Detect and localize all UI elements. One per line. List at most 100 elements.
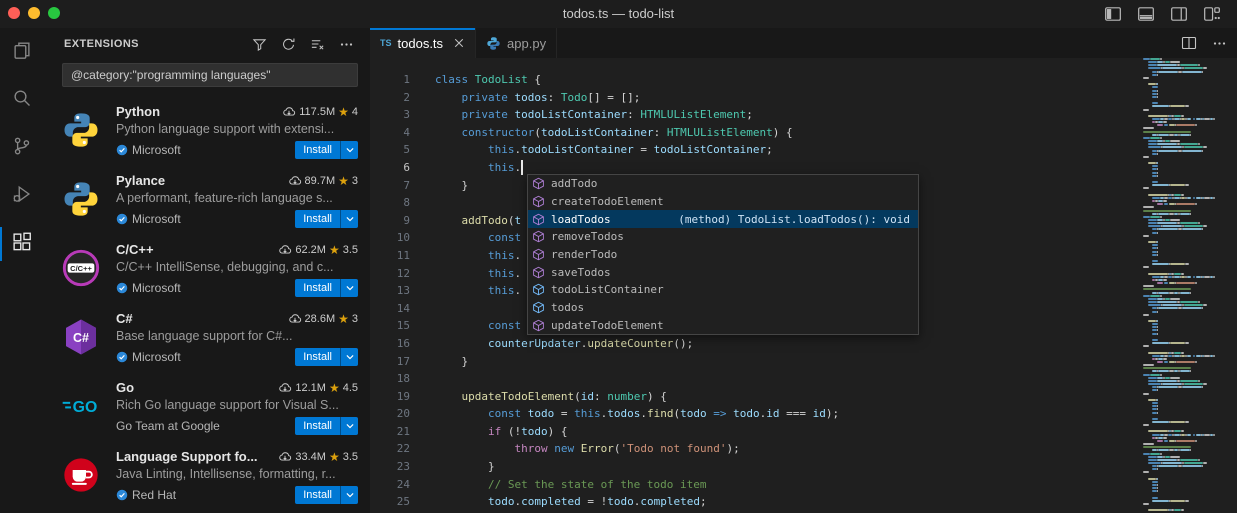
extension-name: Language Support fo... [116,449,258,464]
line-number: 22 [370,440,410,458]
tab-label: app.py [507,36,546,51]
extension-description: C/C++ IntelliSense, debugging, and c... [116,260,358,276]
rating-value: 4.5 [343,382,358,394]
suggest-item-updateTodoElement[interactable]: updateTodoElement [528,317,918,335]
activity-item-run-debug[interactable] [0,172,44,220]
activity-item-search[interactable] [0,76,44,124]
suggest-item-addTodo[interactable]: addTodo [528,175,918,193]
suggest-item-saveTodos[interactable]: saveTodos [528,263,918,281]
suggest-item-loadTodos[interactable]: loadTodos(method) TodoList.loadTodos(): … [528,210,918,228]
code-text: class TodoList { [435,71,541,89]
code-text: this. [435,282,521,300]
install-button[interactable]: Install [295,417,358,435]
code-line-1: 1class TodoList { [370,71,1143,89]
code-text: } [435,177,468,195]
toggle-panel-icon[interactable] [1135,3,1157,25]
line-number: 20 [370,405,410,423]
code-line-18: 18 [370,370,1143,388]
extension-row[interactable]: Language Support fo... 33.4M ★ 3.5 Java … [44,442,370,511]
line-number: 16 [370,335,410,353]
extensions-search-input[interactable] [62,63,358,87]
source-control-icon [12,136,32,161]
download-count: 28.6M [305,313,336,325]
editor-group: TStodos.ts app.py 1class TodoList {2 priv… [370,28,1237,513]
line-number: 8 [370,194,410,212]
method-icon [532,177,546,190]
customize-layout-icon[interactable] [1201,3,1223,25]
window-title: todos.ts — todo-list [0,0,1237,28]
line-number: 21 [370,423,410,441]
install-button[interactable]: Install [295,486,358,504]
install-button[interactable]: Install [295,210,358,228]
method-icon [532,230,546,243]
code-text: this. [435,247,521,265]
install-button[interactable]: Install [295,279,358,297]
line-number: 24 [370,476,410,494]
code-text: private todoListContainer: HTMLUListElem… [435,106,753,124]
download-count: 117.5M [299,106,335,118]
install-button[interactable]: Install [295,348,358,366]
line-number: 18 [370,370,410,388]
close-icon[interactable] [453,37,465,49]
split-editor-icon[interactable] [1179,33,1199,53]
suggest-label: renderTodo [551,248,617,261]
extension-row[interactable]: Python 117.5M ★ 4 Python language suppor… [44,97,370,166]
activity-item-source-control[interactable] [0,124,44,172]
verified-publisher-icon [116,213,128,225]
line-number: 7 [370,177,410,195]
csharp-logo: C# [60,316,102,358]
suggest-label: removeTodos [551,230,624,243]
filter-icon[interactable] [249,34,269,54]
minimap[interactable] [1143,58,1237,513]
star-icon: ★ [329,244,340,256]
more-actions-icon[interactable] [336,34,356,54]
toggle-primary-sidebar-icon[interactable] [1102,3,1124,25]
method-icon [532,319,546,332]
clear-search-results-icon[interactable] [307,34,327,54]
code-text: // Set the state of the todo item [435,476,707,494]
search-icon [12,88,32,113]
cloud-download-icon [288,174,302,188]
install-dropdown[interactable] [340,417,358,435]
activity-item-explorer[interactable] [0,28,44,76]
code-line-21: 21 if (!todo) { [370,423,1143,441]
chevron-down-icon [345,352,355,362]
install-dropdown[interactable] [340,141,358,159]
method-icon [532,195,546,208]
field-icon [532,283,546,296]
tab-app-py[interactable]: app.py [476,28,557,58]
star-icon: ★ [338,106,349,118]
svg-text:GO: GO [73,399,98,416]
install-dropdown[interactable] [340,210,358,228]
ts-icon: TS [380,38,392,48]
cpp-logo: C/C++ [60,247,102,289]
code-text: } [435,353,468,371]
java-logo [60,454,102,496]
suggest-item-createTodoElement[interactable]: createTodoElement [528,193,918,211]
suggest-item-removeTodos[interactable]: removeTodos [528,228,918,246]
code-editor[interactable]: 1class TodoList {2 private todos: Todo[]… [370,58,1237,513]
install-dropdown[interactable] [340,348,358,366]
code-line-23: 23 } [370,458,1143,476]
install-label: Install [295,486,340,504]
activity-item-extensions[interactable] [0,220,44,268]
extension-row[interactable]: Pylance 89.7M ★ 3 A performant, feature-… [44,166,370,235]
extension-row[interactable]: GO Go 12.1M ★ 4.5 Rich Go language suppo… [44,373,370,442]
star-icon: ★ [338,313,349,325]
install-dropdown[interactable] [340,486,358,504]
suggest-item-todos[interactable]: todos [528,299,918,317]
publisher-name: Microsoft [132,350,181,364]
extension-row[interactable]: C# C# 28.6M ★ 3 Base language support fo… [44,304,370,373]
more-actions-icon[interactable] [1209,33,1229,53]
line-number: 15 [370,317,410,335]
toggle-secondary-sidebar-icon[interactable] [1168,3,1190,25]
suggest-item-renderTodo[interactable]: renderTodo [528,246,918,264]
intellisense-popup: addTodocreateTodoElementloadTodos(method… [527,174,919,335]
extension-row[interactable]: C/C++ C/C++ 62.2M ★ 3.5 C/C++ IntelliSen… [44,235,370,304]
code-text: this.todoListContainer = todoListContain… [435,141,773,159]
refresh-icon[interactable] [278,34,298,54]
install-button[interactable]: Install [295,141,358,159]
install-dropdown[interactable] [340,279,358,297]
suggest-item-todoListContainer[interactable]: todoListContainer [528,281,918,299]
tab-todos-ts[interactable]: TStodos.ts [370,28,476,58]
